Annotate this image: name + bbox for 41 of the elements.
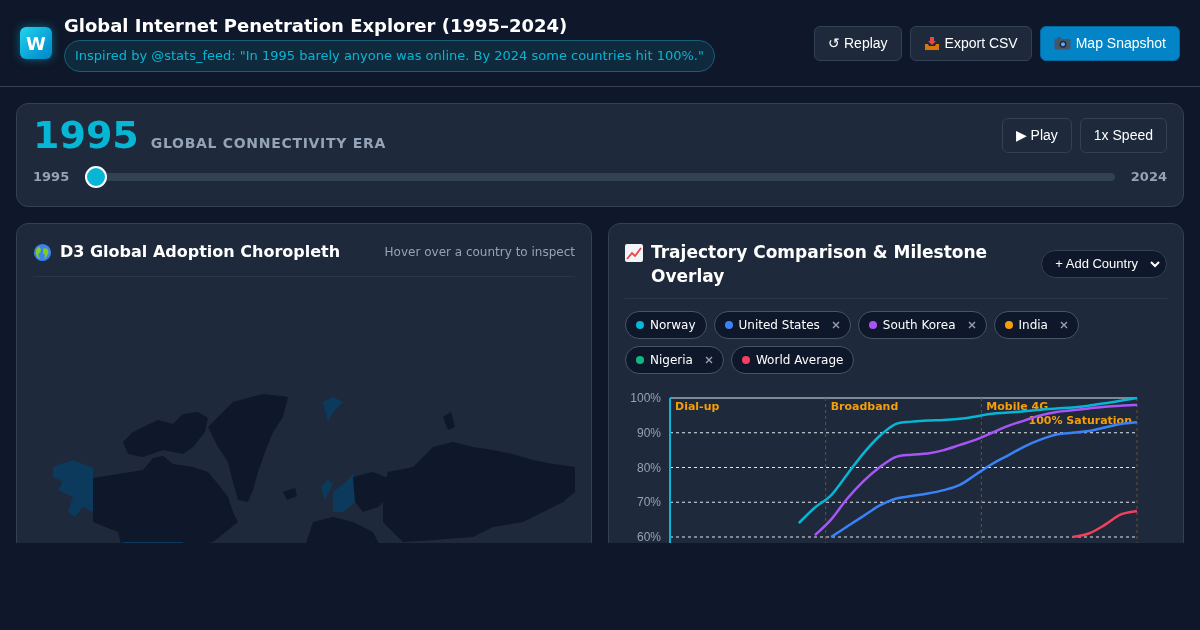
line-chart-icon — [625, 244, 643, 262]
hint-text: Hover over a country to inspect — [384, 244, 575, 261]
app-title: Global Internet Penetration Explorer (1995–2024) — [64, 14, 569, 37]
add-country-select[interactable]: + Add Country — [1041, 250, 1167, 278]
play-button[interactable]: ▶ Play — [1001, 117, 1072, 153]
speed-button[interactable]: 1x Speed — [1079, 117, 1167, 153]
close-icon[interactable] — [1059, 321, 1068, 329]
close-icon[interactable] — [704, 356, 713, 364]
export-csv-button[interactable]: Export CSV — [909, 25, 1032, 61]
milestone-label: Dial-up — [675, 400, 720, 413]
camera-icon — [1053, 36, 1071, 50]
replay-button[interactable]: ↺ Replay — [814, 25, 902, 61]
country-chip[interactable]: Nigeria — [625, 346, 724, 374]
country-chip[interactable]: India — [993, 311, 1079, 339]
close-icon[interactable] — [967, 321, 976, 329]
inbox-tray-icon — [923, 35, 940, 51]
year-slider[interactable] — [85, 166, 1115, 188]
globe-icon — [33, 242, 52, 262]
panel-title: Trajectory Comparison & Milestone Overlay — [651, 241, 989, 288]
close-icon[interactable] — [831, 321, 840, 329]
milestone-label: Broadband — [830, 400, 899, 413]
app-logo: W — [20, 27, 52, 59]
y-tick-label: 100% — [630, 391, 661, 405]
map-snapshot-button[interactable]: Map Snapshot — [1039, 25, 1180, 61]
y-tick-label: 60% — [636, 530, 661, 543]
start-year-label: 1995 — [33, 168, 70, 187]
panel-title: D3 Global Adoption Choropleth — [60, 241, 341, 263]
country-chip[interactable]: United States — [713, 311, 851, 339]
current-year: 1995 — [33, 116, 139, 154]
country-chip[interactable]: South Korea — [857, 311, 987, 339]
end-year-label: 2024 — [1130, 168, 1167, 187]
milestone-label: 100% Saturation — [1028, 414, 1132, 427]
era-label: GLOBAL CONNECTIVITY ERA — [150, 134, 386, 153]
y-tick-label: 90% — [636, 425, 661, 440]
country-chip[interactable]: Norway — [625, 311, 707, 339]
slider-thumb[interactable] — [85, 166, 108, 188]
quote-banner: Inspired by @stats_feed: "In 1995 barely anyone was online. By 2024 some countries hit 100%." — [64, 40, 715, 72]
y-tick-label: 80% — [636, 460, 661, 475]
chevron-down-icon — [1150, 260, 1160, 268]
country-chip[interactable]: World Average — [730, 346, 855, 374]
y-tick-label: 70% — [636, 495, 661, 510]
